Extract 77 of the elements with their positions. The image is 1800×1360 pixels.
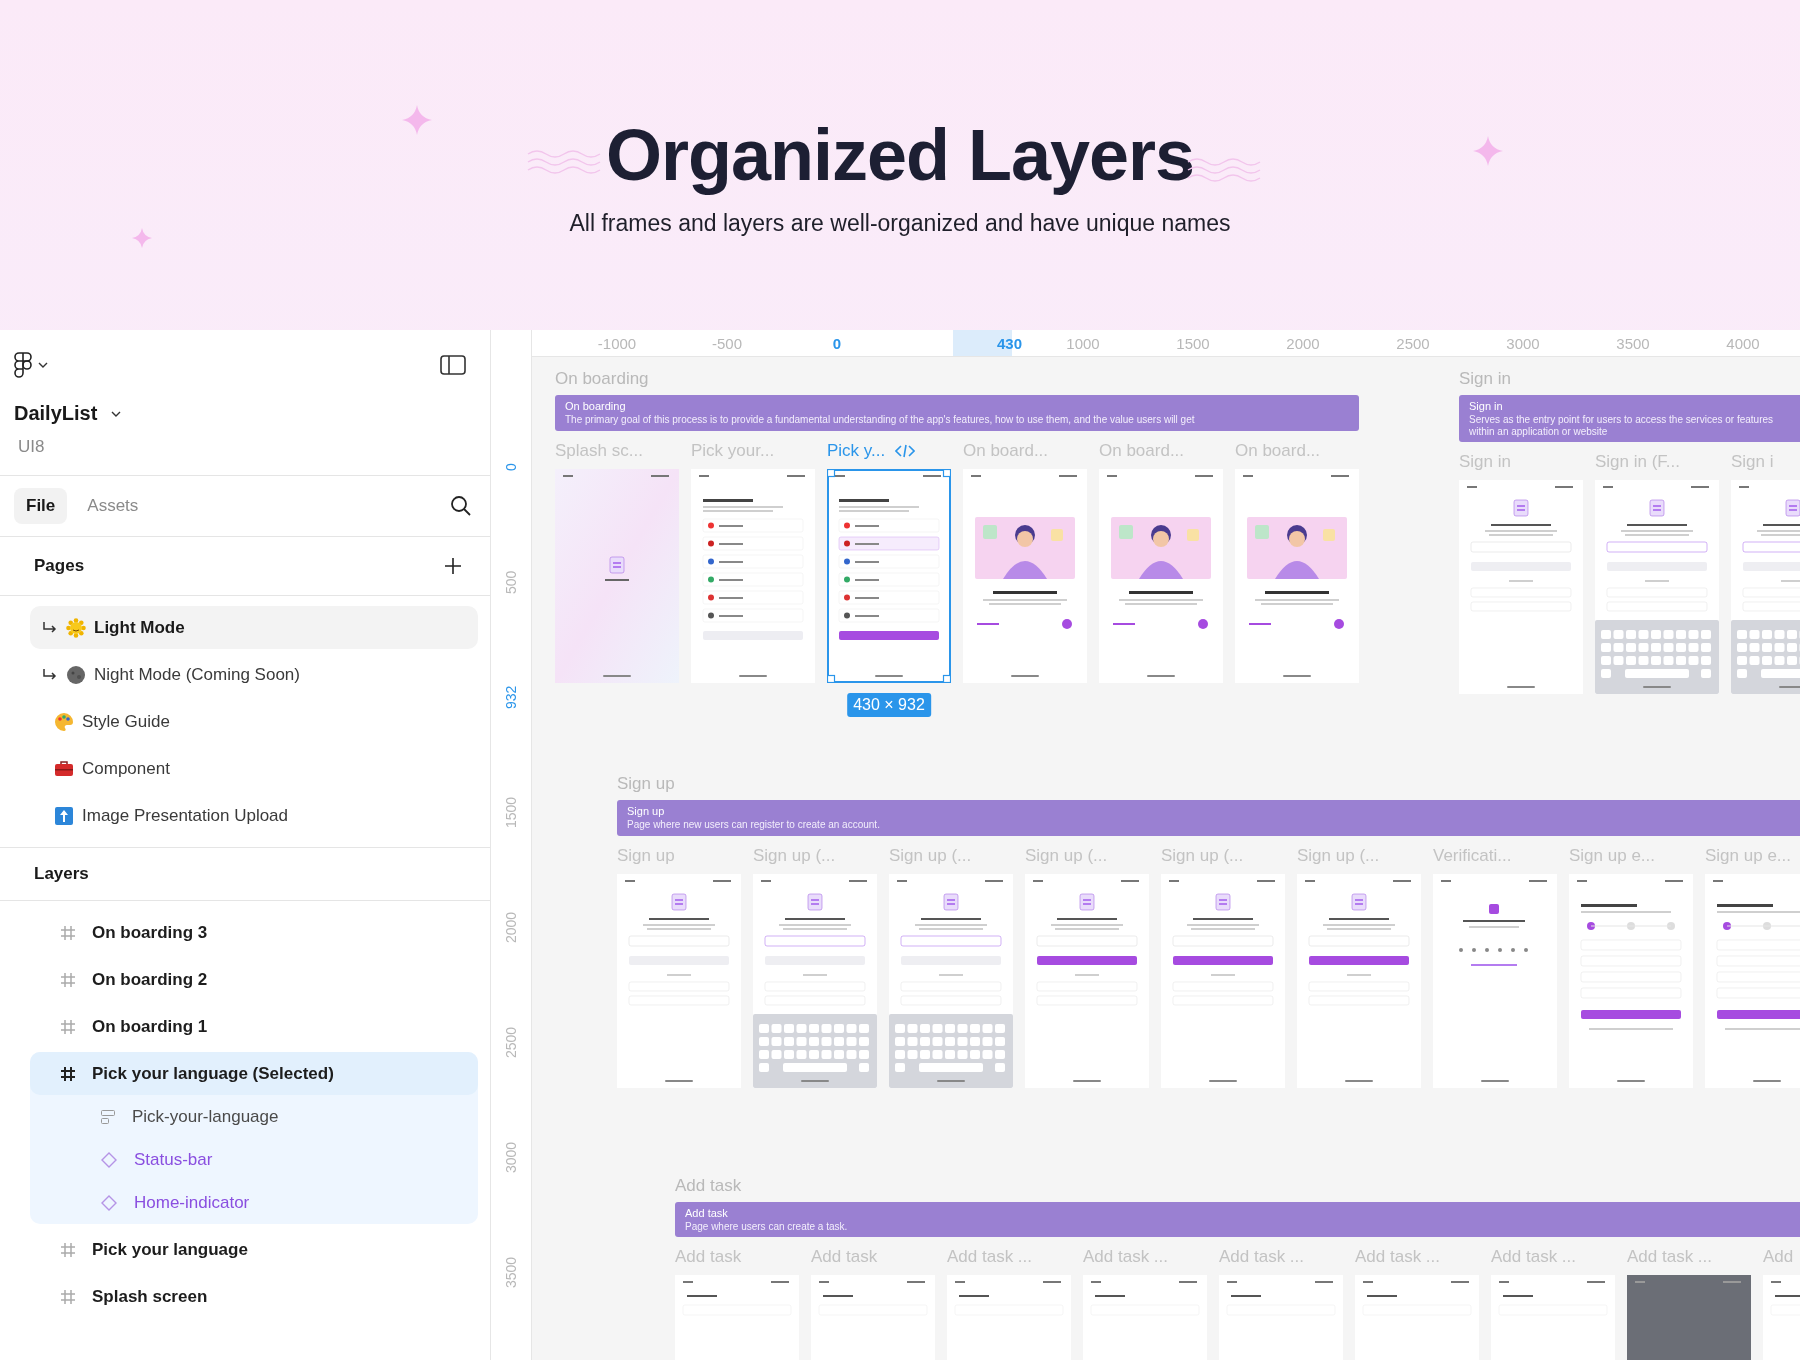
banner-title: Sign in	[1469, 400, 1504, 412]
frame-icon	[60, 1065, 76, 1082]
auto-layout-icon	[100, 1108, 116, 1125]
return-arrow-icon	[42, 667, 58, 682]
ruler-label: 3500	[502, 1255, 520, 1291]
team-name: UI8	[17, 437, 46, 457]
section-title: Layers	[34, 864, 89, 884]
search-icon	[450, 495, 472, 517]
ruler-label: 0	[831, 333, 843, 354]
page-item[interactable]: Light Mode	[30, 606, 478, 649]
ruler-label: 932	[502, 684, 520, 712]
ruler-label: 3000	[502, 1140, 520, 1176]
frame-icon	[60, 1241, 76, 1258]
frame-label[interactable]: Pick y...	[827, 440, 886, 461]
section-label: Add task	[675, 1175, 742, 1196]
banner-text: Page where users can create a task.	[685, 1220, 849, 1232]
banner-title: On boarding	[565, 400, 627, 412]
app-logo-icon	[14, 352, 32, 378]
banner-text: The primary goal of this process is to provide a fundamental understanding of the app's features, how to use them, and the value users will get	[565, 414, 1196, 426]
section-title: Pages	[34, 556, 85, 576]
layer-item[interactable]: Splash screen	[30, 1275, 478, 1318]
diamond-icon	[100, 1150, 118, 1169]
layer-item[interactable]: Pick-your-language	[30, 1095, 478, 1138]
ruler-label: 0	[502, 462, 520, 474]
layer-item[interactable]: Pick your language (Selected)	[30, 1052, 478, 1095]
page-item[interactable]: Night Mode (Coming Soon)	[30, 653, 478, 696]
banner-text: Page where new users can register to create an account.	[627, 819, 881, 831]
ruler-label: 1500	[1175, 333, 1211, 354]
page-item[interactable]: Image Presentation Upload	[30, 794, 478, 837]
ruler-label: 1500	[502, 795, 520, 831]
ruler-label: 2000	[1285, 333, 1321, 354]
frame-icon	[60, 1288, 76, 1305]
ruler-label: 2500	[502, 1025, 520, 1061]
toolbox-icon	[54, 759, 74, 778]
page-subtitle: All frames and layers are well-organized and have unique names	[569, 209, 1231, 237]
ruler-label: 2000	[502, 910, 520, 946]
ruler-label: 2500	[1395, 333, 1431, 354]
sidebar-icon	[440, 355, 466, 375]
layer-item[interactable]: On boarding 1	[30, 1005, 478, 1048]
layer-item[interactable]: Status-bar	[30, 1138, 478, 1181]
frame-icon	[60, 924, 76, 941]
layer-item[interactable]: On boarding 3	[30, 911, 478, 954]
layer-item[interactable]: Pick your language	[30, 1228, 478, 1271]
section-label: Sign up	[617, 774, 675, 794]
layer-item[interactable]: Home-indicator	[30, 1181, 478, 1224]
ruler-label: 3000	[1505, 333, 1541, 354]
chevron-down-icon	[38, 362, 48, 368]
file-name-dropdown[interactable]: DailyList	[14, 402, 122, 425]
panel-tab[interactable]: Assets	[75, 488, 151, 524]
ruler-label: 1000	[1065, 333, 1101, 354]
banner-text: Serves as the entry point for users to access the services or features within an application or website	[1469, 414, 1775, 437]
palette-icon	[54, 711, 74, 732]
ruler-label: -1000	[596, 333, 638, 354]
code-icon	[895, 443, 916, 458]
upload-icon	[54, 805, 74, 826]
banner-title: Add task	[685, 1206, 729, 1219]
ruler-label: -500	[711, 333, 743, 354]
frame-icon	[60, 1018, 76, 1035]
moon-icon	[66, 664, 86, 685]
panel-tab[interactable]: File	[14, 488, 68, 524]
return-arrow-icon	[42, 620, 58, 635]
section-label: Sign in	[1459, 369, 1511, 389]
sun-icon	[66, 617, 86, 638]
page-item[interactable]: Style Guide	[30, 700, 478, 743]
plus-icon	[444, 557, 462, 575]
page-item[interactable]: Component	[30, 747, 478, 790]
chevron-down-icon	[111, 410, 122, 417]
page-title: Organized Layers	[605, 113, 1195, 196]
size-badge: 430 × 932	[847, 692, 931, 717]
ruler-label: 500	[502, 569, 520, 597]
ruler-label: 3500	[1615, 333, 1651, 354]
ruler-label: 4000	[1725, 333, 1761, 354]
section-label: On boarding	[555, 369, 649, 389]
diamond-icon	[100, 1193, 118, 1212]
layer-item[interactable]: On boarding 2	[30, 958, 478, 1001]
banner-title: Sign up	[627, 805, 666, 817]
frame-icon	[60, 971, 76, 988]
